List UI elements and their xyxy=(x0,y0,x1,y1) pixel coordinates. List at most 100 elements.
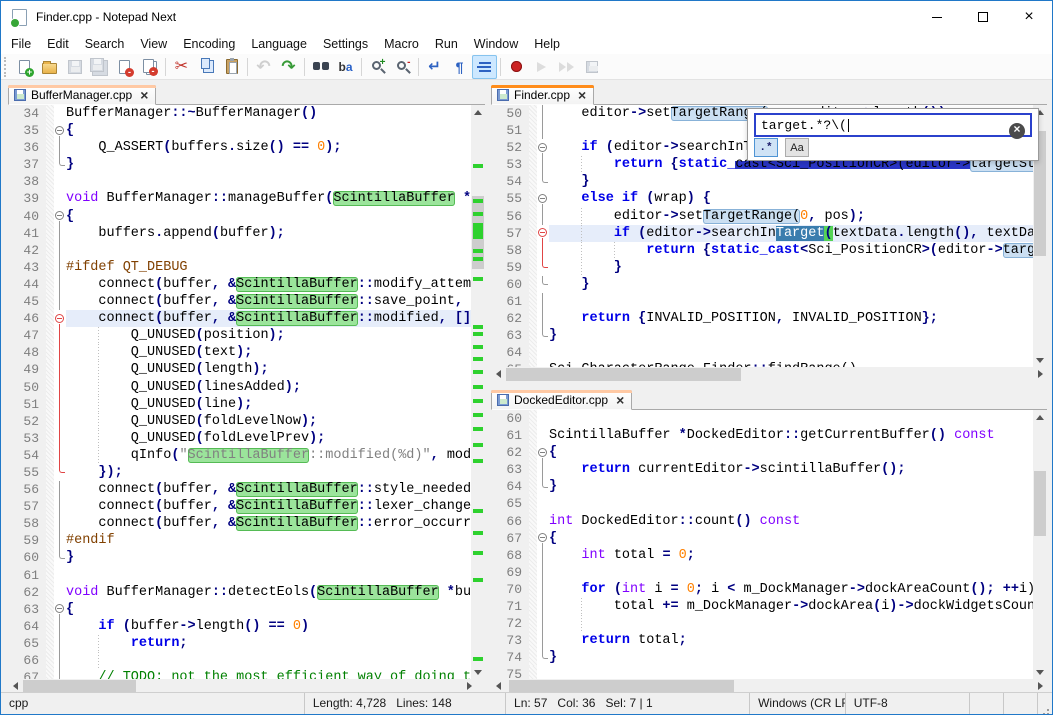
vertical-scrollbar[interactable] xyxy=(1033,410,1047,679)
code-line[interactable]: 54 qInfo("ScintillaBuffer::modified(%d)"… xyxy=(8,447,471,464)
bookmark-margin[interactable] xyxy=(529,293,537,310)
bookmark-margin[interactable] xyxy=(529,547,537,564)
bookmark-margin[interactable] xyxy=(46,105,54,122)
scroll-right-arrow[interactable] xyxy=(462,679,476,693)
scroll-up-arrow[interactable] xyxy=(471,105,485,119)
menu-item-file[interactable]: File xyxy=(3,34,39,54)
code-line[interactable]: 61ScintillaBuffer *DockedEditor::getCurr… xyxy=(491,427,1033,444)
bookmark-margin[interactable] xyxy=(529,495,537,512)
bookmark-margin[interactable] xyxy=(46,327,54,344)
code-line[interactable]: 73 return total; xyxy=(491,632,1033,649)
bookmark-margin[interactable] xyxy=(46,601,54,618)
code-line[interactable]: 63 return currentEditor->scintillaBuffer… xyxy=(491,461,1033,478)
bookmark-margin[interactable] xyxy=(529,327,537,344)
code-line[interactable]: 62 return {INVALID_POSITION, INVALID_POS… xyxy=(491,310,1033,327)
new-file-button[interactable]: + xyxy=(12,55,37,79)
fold-collapse-icon[interactable] xyxy=(537,444,549,461)
bookmark-margin[interactable] xyxy=(529,122,537,139)
code-line[interactable]: 65 return; xyxy=(8,635,471,652)
bookmark-margin[interactable] xyxy=(46,635,54,652)
scrollbar-thumb[interactable] xyxy=(1034,471,1046,536)
horizontal-scrollbar[interactable] xyxy=(491,367,1047,382)
bookmark-margin[interactable] xyxy=(529,310,537,327)
bookmark-margin[interactable] xyxy=(46,173,54,190)
paste-button[interactable] xyxy=(219,55,244,79)
replace-button[interactable]: ba xyxy=(333,55,358,79)
scroll-left-arrow[interactable] xyxy=(491,367,505,381)
menu-item-run[interactable]: Run xyxy=(427,34,466,54)
code-line[interactable]: 58 connect(buffer, &ScintillaBuffer::err… xyxy=(8,515,471,532)
bookmark-margin[interactable] xyxy=(529,190,537,207)
regex-toggle-button[interactable]: .* xyxy=(754,138,778,157)
clear-search-icon[interactable]: × xyxy=(1009,123,1025,139)
bookmark-margin[interactable] xyxy=(46,430,54,447)
scroll-down-arrow[interactable] xyxy=(1033,353,1047,367)
resize-grip[interactable] xyxy=(1038,693,1052,714)
bookmark-margin[interactable] xyxy=(529,513,537,530)
bookmark-margin[interactable] xyxy=(529,259,537,276)
code-line[interactable]: 37} xyxy=(8,156,471,173)
open-file-button[interactable] xyxy=(37,55,62,79)
bookmark-margin[interactable] xyxy=(46,481,54,498)
code-line[interactable]: 57 connect(buffer, &ScintillaBuffer::lex… xyxy=(8,498,471,515)
code-line[interactable]: 66int DockedEditor::count() const xyxy=(491,513,1033,530)
code-editor[interactable]: 6061ScintillaBuffer *DockedEditor::getCu… xyxy=(491,410,1047,679)
fold-collapse-icon[interactable] xyxy=(54,208,66,225)
word-wrap-button[interactable]: ↵ xyxy=(422,55,447,79)
code-line[interactable]: 50 Q_UNUSED(linesAdded); xyxy=(8,379,471,396)
bookmark-margin[interactable] xyxy=(46,618,54,635)
code-line[interactable]: 43#ifdef QT_DEBUG xyxy=(8,259,471,276)
code-line[interactable]: 65 xyxy=(491,495,1033,512)
scroll-down-arrow[interactable] xyxy=(1033,665,1047,679)
scroll-left-arrow[interactable] xyxy=(491,679,505,693)
bookmark-margin[interactable] xyxy=(529,444,537,461)
minimize-button[interactable] xyxy=(914,1,960,33)
bookmark-margin[interactable] xyxy=(46,447,54,464)
menu-item-view[interactable]: View xyxy=(132,34,175,54)
code-line[interactable]: 70 for (int i = 0; i < m_DockManager->do… xyxy=(491,581,1033,598)
bookmark-margin[interactable] xyxy=(46,156,54,173)
code-line[interactable]: 41 buffers.append(buffer); xyxy=(8,225,471,242)
code-line[interactable]: 61 xyxy=(491,293,1033,310)
bookmark-margin[interactable] xyxy=(46,498,54,515)
bookmark-margin[interactable] xyxy=(529,530,537,547)
bookmark-margin[interactable] xyxy=(46,259,54,276)
code-line[interactable]: 74} xyxy=(491,649,1033,666)
menu-item-encoding[interactable]: Encoding xyxy=(175,34,243,54)
code-line[interactable]: 64 xyxy=(491,344,1033,361)
fold-collapse-icon[interactable] xyxy=(54,310,66,327)
bookmark-margin[interactable] xyxy=(46,464,54,481)
scroll-down-arrow[interactable] xyxy=(471,665,485,679)
menu-item-search[interactable]: Search xyxy=(77,34,133,54)
find-button[interactable] xyxy=(308,55,333,79)
bookmark-margin[interactable] xyxy=(46,276,54,293)
menu-item-macro[interactable]: Macro xyxy=(376,34,427,54)
code-line[interactable]: 54 } xyxy=(491,173,1033,190)
code-line[interactable]: 36 Q_ASSERT(buffers.size() == 0); xyxy=(8,139,471,156)
fold-collapse-icon[interactable] xyxy=(537,139,549,156)
code-line[interactable]: 55 }); xyxy=(8,464,471,481)
menu-item-window[interactable]: Window xyxy=(466,34,526,54)
bookmark-margin[interactable] xyxy=(46,208,54,225)
bookmark-margin[interactable] xyxy=(529,615,537,632)
code-line[interactable]: 52 Q_UNUSED(foldLevelNow); xyxy=(8,413,471,430)
code-line[interactable]: 60} xyxy=(8,549,471,566)
scrollbar-thumb[interactable] xyxy=(506,368,741,381)
vertical-scrollbar[interactable] xyxy=(471,105,485,679)
bookmark-margin[interactable] xyxy=(529,598,537,615)
code-line[interactable]: 75 xyxy=(491,666,1033,679)
bookmark-margin[interactable] xyxy=(46,310,54,327)
code-editor[interactable]: 34BufferManager::~BufferManager()35{36 Q… xyxy=(8,105,485,679)
bookmark-margin[interactable] xyxy=(46,515,54,532)
menu-item-help[interactable]: Help xyxy=(526,34,568,54)
code-line[interactable]: 48 Q_UNUSED(text); xyxy=(8,344,471,361)
bookmark-margin[interactable] xyxy=(529,632,537,649)
code-line[interactable]: 57 if (editor->searchInTarget(textData.l… xyxy=(491,225,1033,242)
bookmark-margin[interactable] xyxy=(529,139,537,156)
code-line[interactable]: 47 Q_UNUSED(position); xyxy=(8,327,471,344)
bookmark-margin[interactable] xyxy=(529,410,537,427)
code-line[interactable]: 39void BufferManager::manageBuffer(Scint… xyxy=(8,190,471,207)
bookmark-margin[interactable] xyxy=(46,293,54,310)
bookmark-margin[interactable] xyxy=(529,225,537,242)
code-line[interactable]: 45 connect(buffer, &ScintillaBuffer::sav… xyxy=(8,293,471,310)
